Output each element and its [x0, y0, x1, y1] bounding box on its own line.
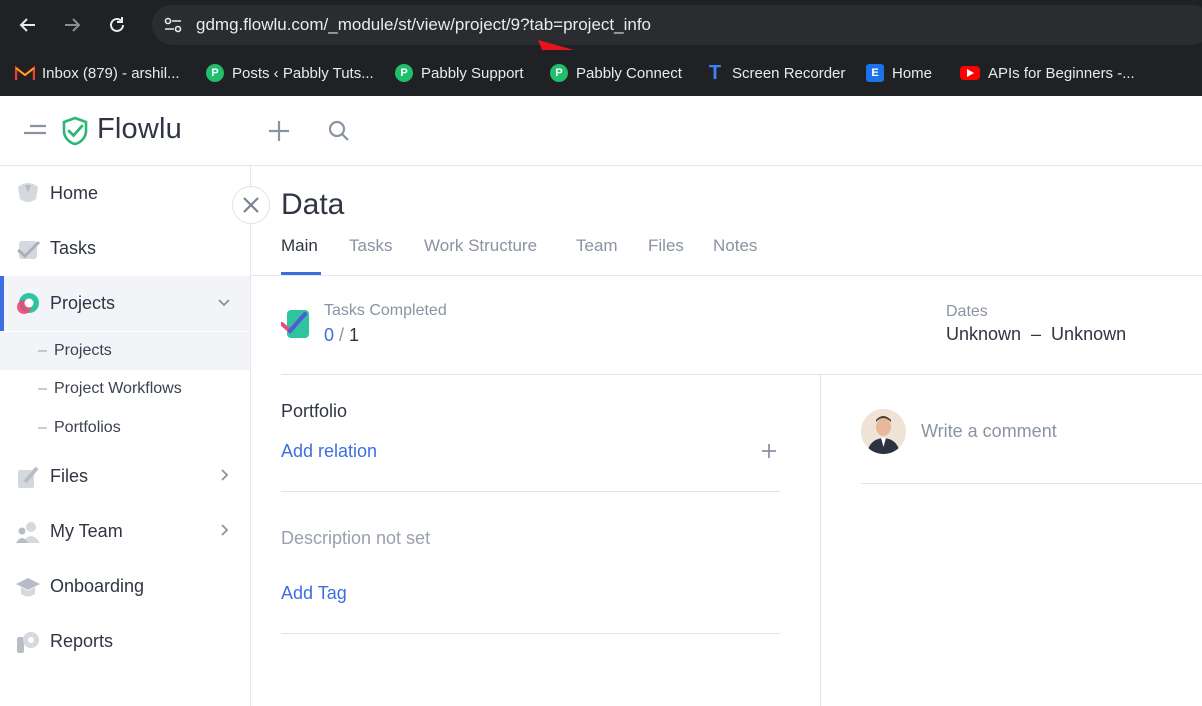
gmail-icon [15, 65, 35, 80]
chevron-down-icon [218, 299, 230, 307]
active-tab-indicator [281, 272, 321, 275]
tasks-completed-value: 0 / 1 [324, 325, 360, 345]
back-button[interactable] [13, 10, 43, 40]
sidebar-item-onboarding[interactable]: Onboarding [0, 559, 250, 614]
sidebar-item-home[interactable]: Home [0, 166, 250, 221]
dates-label: Dates [946, 303, 988, 320]
add-tag-link[interactable]: Add Tag [281, 583, 347, 604]
tab-team[interactable]: Team [576, 236, 618, 256]
site-info-icon[interactable] [164, 17, 182, 33]
tags-divider [281, 633, 780, 634]
team-icon [16, 522, 40, 543]
tasks-icon [17, 240, 41, 259]
address-bar[interactable]: gdmg.flowlu.com/_module/st/view/project/… [152, 5, 1202, 45]
bookmark-posts-pabbly[interactable]: P Posts ‹ Pabbly Tuts... [206, 62, 374, 84]
back-arrow-icon [19, 18, 35, 32]
youtube-icon [960, 66, 980, 80]
dates-value: Unknown – Unknown [946, 324, 1127, 344]
menu-toggle-icon[interactable] [24, 123, 46, 137]
avatar [861, 409, 906, 454]
forward-arrow-icon [65, 18, 81, 32]
search-icon[interactable] [328, 120, 350, 142]
sidebar-subitem-project-workflows[interactable]: – Project Workflows [0, 370, 250, 408]
sidebar-item-files[interactable]: Files [0, 449, 250, 504]
comment-input[interactable]: Write a comment [921, 421, 1057, 442]
comment-divider [861, 483, 1202, 484]
chevron-right-icon [221, 469, 229, 481]
bookmark-home[interactable]: E Home [866, 62, 932, 84]
files-icon [18, 466, 39, 488]
portfolio-divider [281, 491, 780, 492]
bookmark-apis-beginners[interactable]: APIs for Beginners -... [960, 62, 1135, 84]
tasks-completed-icon [281, 310, 309, 338]
pabbly-icon: P [395, 64, 413, 82]
t-icon: T [708, 61, 722, 84]
sidebar-subitem-portfolios[interactable]: – Portfolios [0, 409, 250, 447]
forward-button[interactable] [57, 10, 87, 40]
reload-button[interactable] [102, 10, 132, 40]
tabs-divider [251, 275, 1202, 276]
reports-icon [17, 632, 39, 653]
description-placeholder[interactable]: Description not set [281, 528, 430, 549]
e-icon: E [866, 64, 884, 82]
sidebar-item-projects[interactable]: Projects [0, 276, 250, 331]
add-relation-link[interactable]: Add relation [281, 441, 377, 462]
close-button[interactable] [232, 186, 270, 224]
tasks-completed-label: Tasks Completed [324, 302, 447, 319]
tab-tasks[interactable]: Tasks [349, 236, 392, 256]
pabbly-icon: P [550, 64, 568, 82]
tab-main[interactable]: Main [281, 236, 318, 256]
bookmark-pabbly-connect[interactable]: P Pabbly Connect [550, 62, 682, 84]
sidebar-subitem-projects[interactable]: – Projects [0, 332, 250, 370]
bookmarks-bar: Inbox (879) - arshil... P Posts ‹ Pabbly… [0, 50, 1202, 96]
add-relation-plus-icon[interactable] [761, 443, 777, 459]
onboarding-icon [16, 578, 40, 597]
home-icon [18, 183, 38, 202]
sidebar-item-reports[interactable]: Reports [0, 614, 250, 669]
bookmark-pabbly-support[interactable]: P Pabbly Support [395, 62, 524, 84]
tab-notes[interactable]: Notes [713, 236, 757, 256]
tab-work-structure[interactable]: Work Structure [424, 236, 537, 256]
column-divider [820, 375, 821, 706]
sidebar-item-tasks[interactable]: Tasks [0, 221, 250, 276]
pabbly-icon: P [206, 64, 224, 82]
sidebar: Home Tasks Projects – Projects – Project… [0, 166, 251, 706]
sidebar-item-my-team[interactable]: My Team [0, 504, 250, 559]
projects-icon [17, 293, 39, 314]
chevron-right-icon [221, 524, 229, 536]
tab-files[interactable]: Files [648, 236, 684, 256]
close-icon [243, 197, 259, 213]
stats-divider [281, 374, 1202, 375]
reload-icon [110, 17, 124, 32]
add-icon[interactable] [268, 120, 290, 142]
bookmark-gmail[interactable]: Inbox (879) - arshil... [15, 62, 180, 84]
app-header: Flowlu [0, 96, 1202, 166]
page-title: Data [281, 188, 345, 221]
app-logo-text: Flowlu [97, 113, 182, 145]
flowlu-logo-icon [62, 116, 88, 146]
bookmark-screen-recorder[interactable]: T Screen Recorder [706, 61, 846, 84]
portfolio-title: Portfolio [281, 401, 348, 421]
